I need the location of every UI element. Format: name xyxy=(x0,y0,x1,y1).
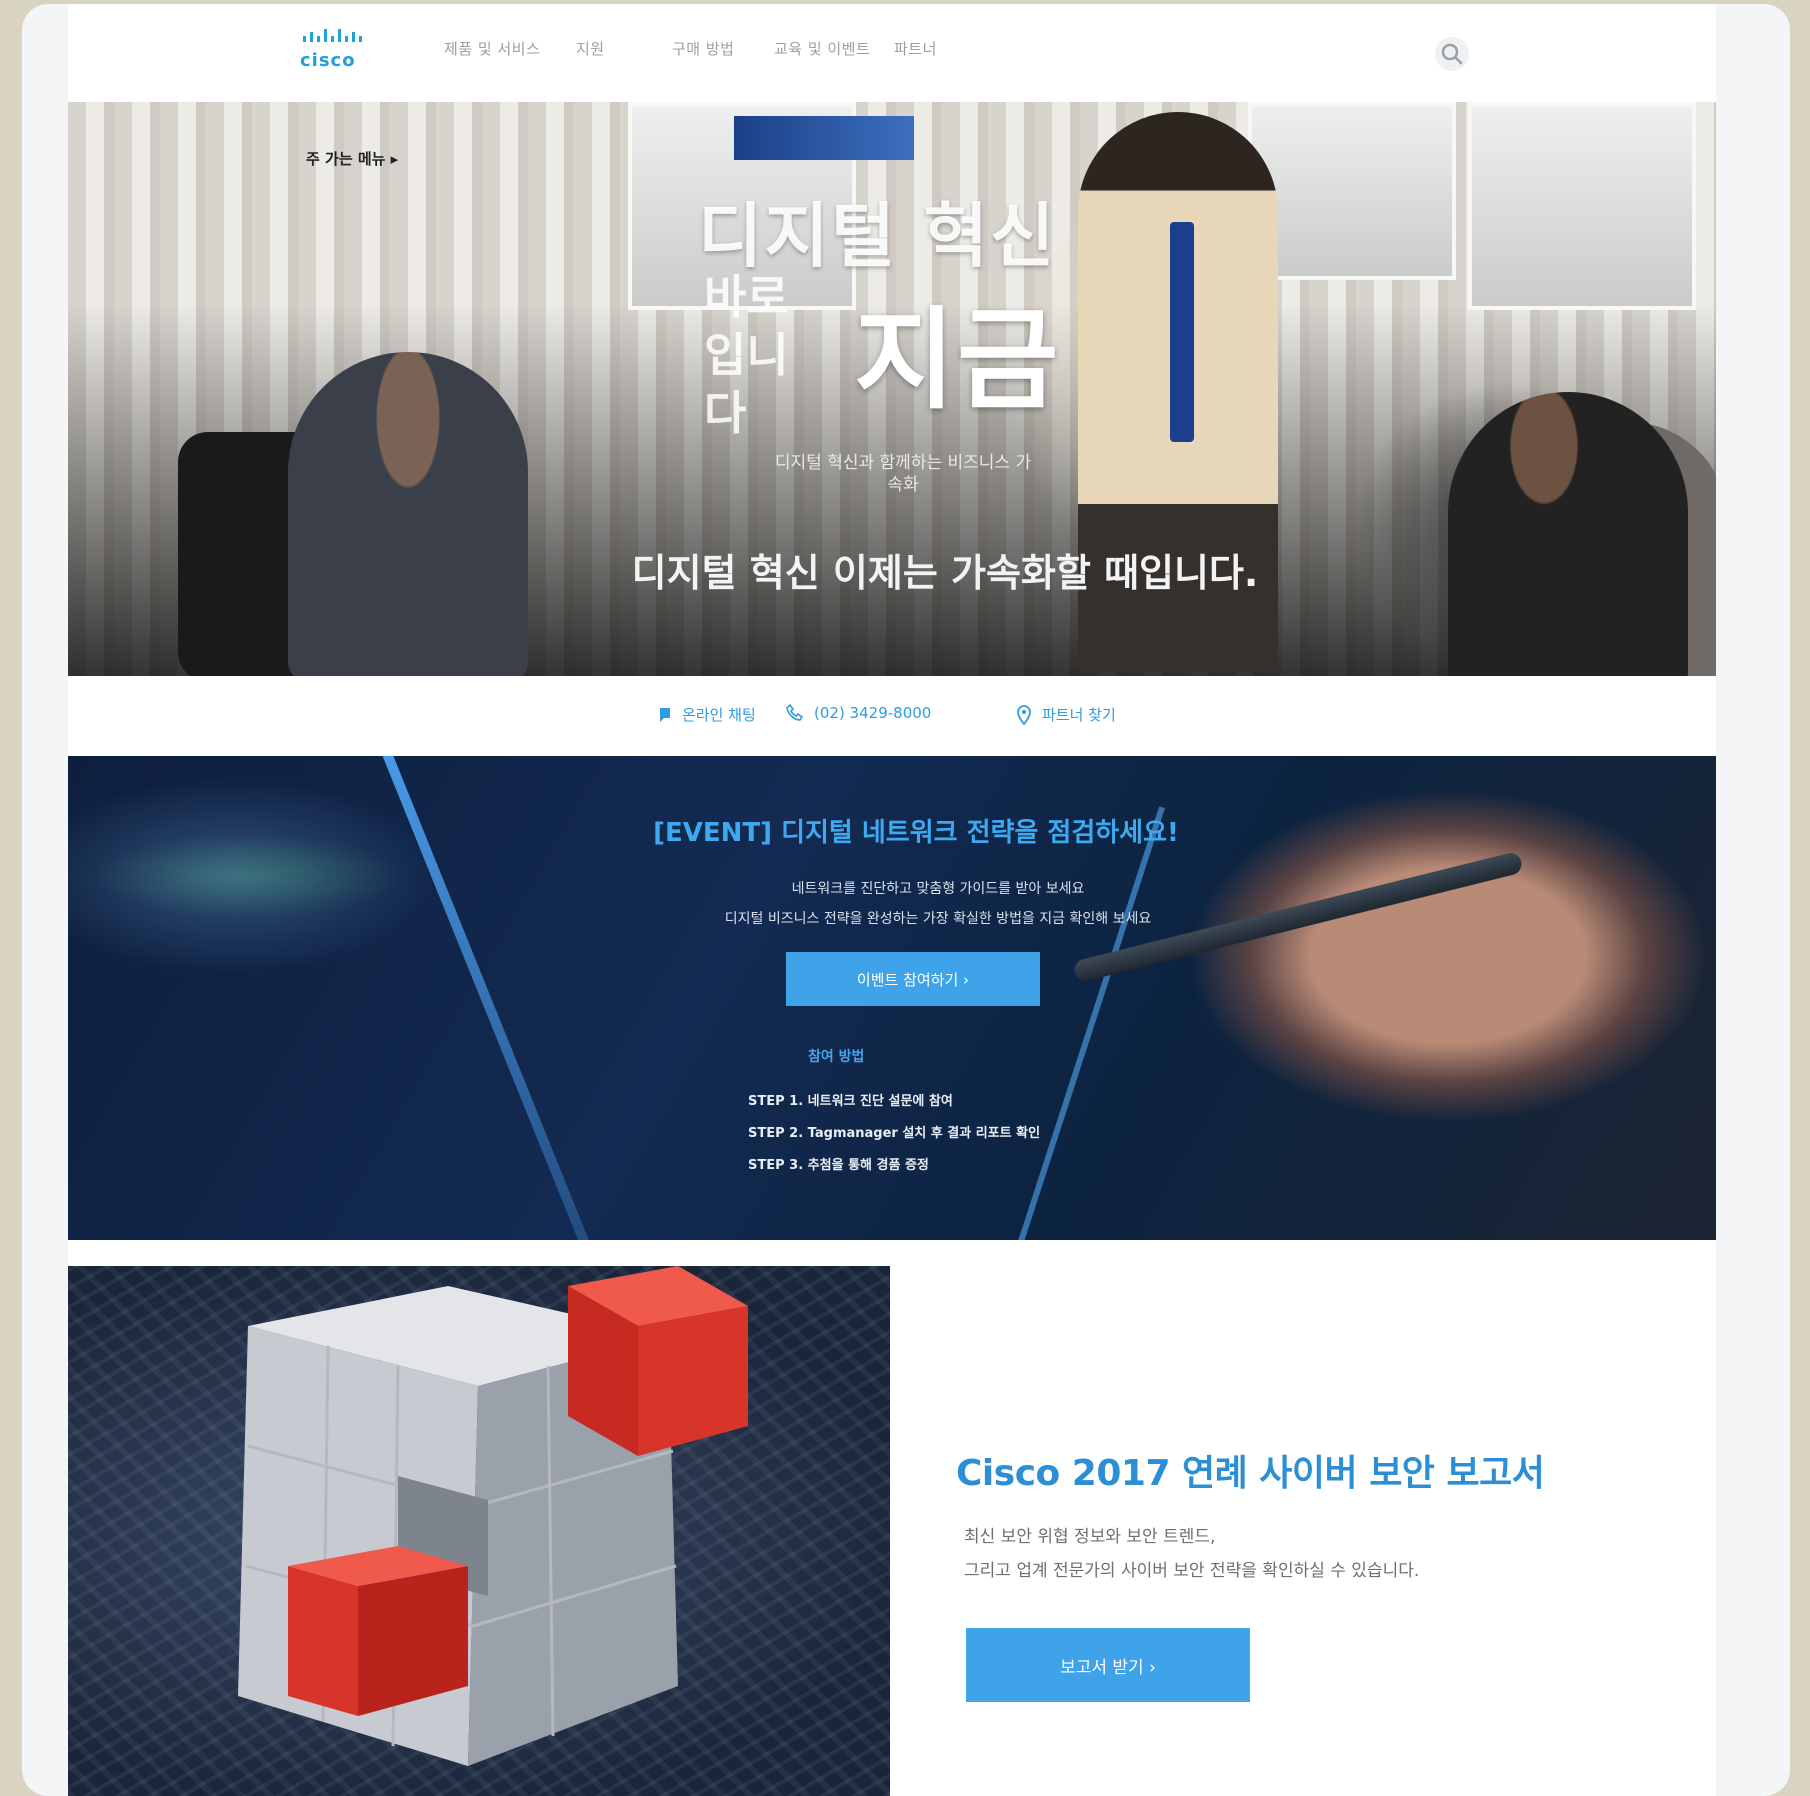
nav-item-training[interactable]: 교육 및 이벤트 xyxy=(774,38,870,59)
logo-wordmark: cisco xyxy=(300,50,356,71)
map-pin-icon xyxy=(1017,704,1031,725)
report-description: 최신 보안 위협 정보와 보안 트렌드, 그리고 업계 전문가의 사이버 보안 … xyxy=(964,1520,1604,1588)
hero-tag[interactable]: 주 가는 메뉴 ▸ xyxy=(306,148,398,169)
blue-tie xyxy=(1170,222,1194,442)
event-desc-line2: 디지털 비즈니스 전략을 완성하는 가장 확실한 방법을 지금 확인해 보세요 xyxy=(724,911,1152,927)
phone-link[interactable]: (02) 3429-8000 xyxy=(786,704,931,722)
report-title: Cisco 2017 연례 사이버 보안 보고서 xyxy=(956,1453,1545,1494)
event-description: 네트워크를 진단하고 맞춤형 가이드를 받아 보세요 디지털 비즈니스 전략을 … xyxy=(588,874,1288,934)
browser-frame: cisco 제품 및 서비스 지원 구매 방법 교육 및 이벤트 파트너 주 가… xyxy=(22,4,1790,1796)
hero-title-line1: 디지털 혁신 xyxy=(698,195,1057,277)
cisco-logo[interactable]: cisco xyxy=(296,24,376,76)
chat-label: 온라인 채팅 xyxy=(682,706,756,724)
phone-number: (02) 3429-8000 xyxy=(814,704,932,722)
man-seated xyxy=(1448,392,1688,676)
office-window xyxy=(1248,102,1456,280)
report-download-button[interactable]: 보고서 받기 › xyxy=(966,1628,1250,1702)
report-section: Cisco 2017 연례 사이버 보안 보고서 최신 보안 위협 정보와 보안… xyxy=(68,1266,1716,1796)
event-sub-heading: 참여 방법 xyxy=(808,1049,865,1065)
hero-banner: 주 가는 메뉴 ▸ 디지털 혁신 바로 입니다 지금 디지털 혁신과 함께하는 … xyxy=(68,102,1716,676)
nav-item-products[interactable]: 제품 및 서비스 xyxy=(444,38,540,59)
hero-title-big: 지금 xyxy=(854,296,1061,424)
page: cisco 제품 및 서비스 지원 구매 방법 교육 및 이벤트 파트너 주 가… xyxy=(68,4,1716,1796)
chat-link[interactable]: 온라인 채팅 xyxy=(658,704,756,725)
woman-seated xyxy=(288,352,528,676)
top-navigation: cisco 제품 및 서비스 지원 구매 방법 교육 및 이벤트 파트너 xyxy=(68,4,1716,100)
cube-illustration xyxy=(238,1266,748,1766)
event-banner: [EVENT] 디지털 네트워크 전략을 점검하세요! 네트워크를 진단하고 맞… xyxy=(68,756,1716,1240)
hero-headline: 디지털 혁신 이제는 가속화할 때입니다. xyxy=(631,551,1259,595)
nav-item-partners[interactable]: 파트너 xyxy=(894,38,937,59)
event-steps: STEP 1. 네트워크 진단 설문에 참여 STEP 2. Tagmanage… xyxy=(748,1086,1128,1182)
event-step: STEP 3. 추첨을 통해 경품 증정 xyxy=(748,1158,929,1173)
search-icon[interactable] xyxy=(1434,36,1470,72)
nav-item-support[interactable]: 지원 xyxy=(576,38,605,59)
contact-strip: 온라인 채팅 (02) 3429-8000 파트너 찾기 xyxy=(68,676,1716,756)
event-join-button[interactable]: 이벤트 참여하기 › xyxy=(786,952,1040,1006)
chat-bubble-icon xyxy=(660,707,670,722)
location-link[interactable]: 파트너 찾기 xyxy=(1016,704,1116,725)
hero-title-line2: 바로 입니다 xyxy=(704,270,789,440)
event-step: STEP 2. Tagmanager 설치 후 결과 리포트 확인 xyxy=(748,1126,1041,1141)
phone-icon xyxy=(786,704,804,721)
location-label: 파트너 찾기 xyxy=(1042,706,1116,724)
report-desc-line1: 최신 보안 위협 정보와 보안 트렌드, xyxy=(964,1527,1216,1547)
cisco-bars-icon xyxy=(303,29,362,42)
hero-caption: 디지털 혁신과 함께하는 비즈니스 가속화 xyxy=(774,453,1032,495)
report-desc-line2: 그리고 업계 전문가의 사이버 보안 전략을 확인하실 수 있습니다. xyxy=(964,1561,1420,1581)
office-window xyxy=(1468,102,1696,310)
nav-item-how-to-buy[interactable]: 구매 방법 xyxy=(672,38,734,59)
security-cube-image xyxy=(68,1266,890,1796)
event-step: STEP 1. 네트워크 진단 설문에 참여 xyxy=(748,1094,953,1109)
event-desc-line1: 네트워크를 진단하고 맞춤형 가이드를 받아 보세요 xyxy=(791,881,1085,897)
event-title: [EVENT] 디지털 네트워크 전략을 점검하세요! xyxy=(653,818,1179,848)
wall-screen xyxy=(734,116,914,160)
